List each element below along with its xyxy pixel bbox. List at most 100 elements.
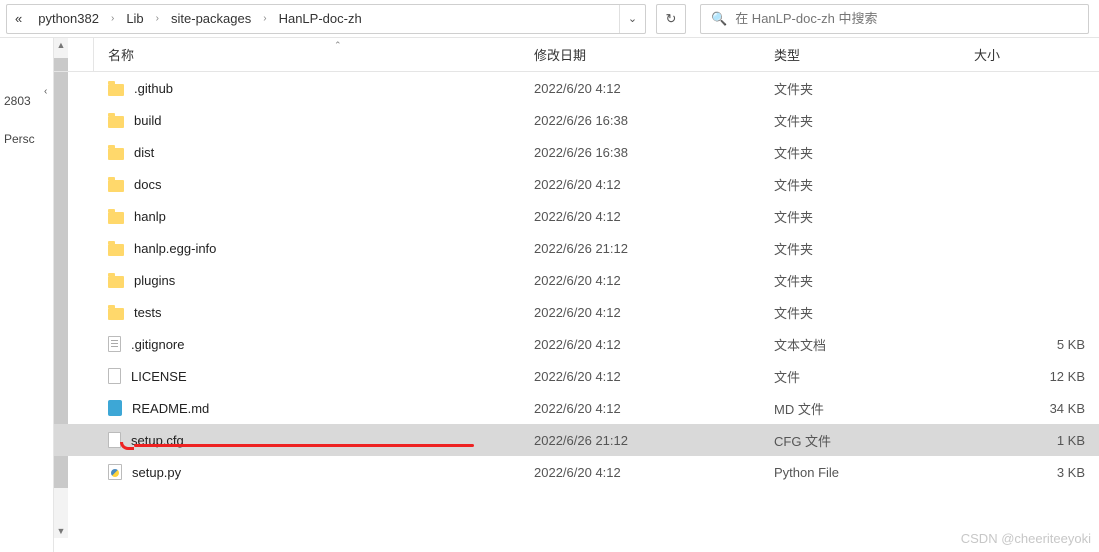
file-type: 文件夹	[774, 303, 974, 322]
search-icon: 🔍	[711, 11, 727, 27]
header-gutter	[54, 38, 94, 71]
file-name: docs	[134, 177, 161, 192]
file-name: .github	[134, 81, 173, 96]
breadcrumb-item-1[interactable]: Lib	[118, 5, 151, 33]
breadcrumb-box[interactable]: « python382 › Lib › site-packages › HanL…	[6, 4, 646, 34]
file-type: 文件	[774, 367, 974, 386]
folder-icon	[108, 244, 124, 256]
file-row[interactable]: tests 2022/6/20 4:12文件夹	[54, 296, 1099, 328]
breadcrumb-item-0[interactable]: python382	[30, 5, 107, 33]
file-icon	[108, 368, 121, 384]
file-row[interactable]: build 2022/6/26 16:38文件夹	[54, 104, 1099, 136]
file-date: 2022/6/20 4:12	[534, 209, 774, 224]
file-date: 2022/6/26 16:38	[534, 113, 774, 128]
file-type: 文件夹	[774, 207, 974, 226]
chevron-right-icon: ›	[152, 13, 163, 24]
breadcrumb-back[interactable]: «	[7, 5, 30, 33]
file-row[interactable]: setup.py 2022/6/20 4:12Python File3 KB	[54, 456, 1099, 488]
refresh-button[interactable]: ↻	[656, 4, 686, 34]
column-header-type[interactable]: 类型	[774, 45, 974, 64]
folder-icon	[108, 276, 124, 288]
sort-indicator-icon: ⌃	[334, 40, 342, 51]
text-icon	[108, 336, 121, 352]
file-row[interactable]: LICENSE 2022/6/20 4:12文件12 KB	[54, 360, 1099, 392]
file-type: MD 文件	[774, 399, 974, 418]
file-type: Python File	[774, 465, 974, 480]
file-name: hanlp.egg-info	[134, 241, 216, 256]
search-box[interactable]: 🔍	[700, 4, 1089, 34]
file-rows: .github2022/6/20 4:12文件夹build2022/6/26 1…	[54, 72, 1099, 488]
file-list-pane: ⌃ 名称 修改日期 类型 大小 .github2022/6/20 4:12文件夹…	[54, 38, 1099, 552]
chevron-right-icon: ›	[107, 13, 118, 24]
column-header-name[interactable]: 名称	[94, 45, 534, 64]
file-type: 文本文档	[774, 335, 974, 354]
file-name: README.md	[132, 401, 209, 416]
file-date: 2022/6/26 16:38	[534, 145, 774, 160]
file-name: hanlp	[134, 209, 166, 224]
file-name: tests	[134, 305, 161, 320]
file-row[interactable]: hanlp 2022/6/20 4:12文件夹	[54, 200, 1099, 232]
file-row[interactable]: .github 2022/6/20 4:12文件夹	[54, 72, 1099, 104]
file-date: 2022/6/20 4:12	[534, 465, 774, 480]
folder-icon	[108, 148, 124, 160]
file-row[interactable]: plugins 2022/6/20 4:12文件夹	[54, 264, 1099, 296]
folder-icon	[108, 308, 124, 320]
file-name: setup.py	[132, 465, 181, 480]
file-type: CFG 文件	[774, 431, 974, 450]
file-type: 文件夹	[774, 143, 974, 162]
refresh-icon: ↻	[666, 11, 677, 27]
annotation-underline	[134, 444, 474, 447]
folder-icon	[108, 212, 124, 224]
file-date: 2022/6/20 4:12	[534, 81, 774, 96]
file-type: 文件夹	[774, 79, 974, 98]
file-date: 2022/6/20 4:12	[534, 273, 774, 288]
file-date: 2022/6/26 21:12	[534, 433, 774, 448]
file-date: 2022/6/20 4:12	[534, 305, 774, 320]
file-date: 2022/6/20 4:12	[534, 177, 774, 192]
file-name: LICENSE	[131, 369, 187, 384]
file-type: 文件夹	[774, 239, 974, 258]
file-date: 2022/6/20 4:12	[534, 401, 774, 416]
chevron-right-icon: ›	[259, 13, 270, 24]
file-name: plugins	[134, 273, 175, 288]
file-row[interactable]: docs 2022/6/20 4:12文件夹	[54, 168, 1099, 200]
nav-item[interactable]: Persc	[0, 126, 53, 152]
file-type: 文件夹	[774, 271, 974, 290]
column-header-size[interactable]: 大小	[974, 45, 1099, 64]
column-header-date[interactable]: 修改日期	[534, 45, 774, 64]
file-size: 12 KB	[974, 369, 1099, 384]
file-date: 2022/6/20 4:12	[534, 337, 774, 352]
file-date: 2022/6/20 4:12	[534, 369, 774, 384]
file-type: 文件夹	[774, 175, 974, 194]
address-toolbar: « python382 › Lib › site-packages › HanL…	[0, 0, 1099, 38]
breadcrumb-item-3[interactable]: HanLP-doc-zh	[271, 5, 370, 33]
folder-icon	[108, 84, 124, 96]
file-icon	[108, 432, 121, 448]
file-row[interactable]: hanlp.egg-info 2022/6/26 21:12文件夹	[54, 232, 1099, 264]
breadcrumb-dropdown[interactable]: ⌄	[619, 5, 645, 33]
file-size: 3 KB	[974, 465, 1099, 480]
chevron-left-icon[interactable]: ‹	[40, 80, 51, 103]
content-area: ‹ 2803 Persc ⌃ 名称 修改日期 类型 大小 .github 2022…	[0, 38, 1099, 552]
file-row[interactable]: README.md 2022/6/20 4:12MD 文件34 KB	[54, 392, 1099, 424]
file-date: 2022/6/26 21:12	[534, 241, 774, 256]
file-row[interactable]: dist 2022/6/26 16:38文件夹	[54, 136, 1099, 168]
file-name: build	[134, 113, 161, 128]
file-size: 1 KB	[974, 433, 1099, 448]
navigation-pane[interactable]: ‹ 2803 Persc	[0, 38, 54, 552]
scroll-down-icon[interactable]: ▼	[54, 524, 68, 538]
folder-icon	[108, 180, 124, 192]
folder-icon	[108, 116, 124, 128]
file-row[interactable]: .gitignore 2022/6/20 4:12文本文档5 KB	[54, 328, 1099, 360]
file-name: dist	[134, 145, 154, 160]
search-input[interactable]	[735, 11, 1078, 26]
file-name: .gitignore	[131, 337, 184, 352]
py-icon	[108, 464, 122, 480]
column-headers: ⌃ 名称 修改日期 类型 大小	[54, 38, 1099, 72]
file-size: 5 KB	[974, 337, 1099, 352]
file-row[interactable]: setup.cfg2022/6/26 21:12CFG 文件1 KB	[54, 424, 1099, 456]
file-size: 34 KB	[974, 401, 1099, 416]
file-type: 文件夹	[774, 111, 974, 130]
md-icon	[108, 400, 122, 416]
breadcrumb-item-2[interactable]: site-packages	[163, 5, 259, 33]
